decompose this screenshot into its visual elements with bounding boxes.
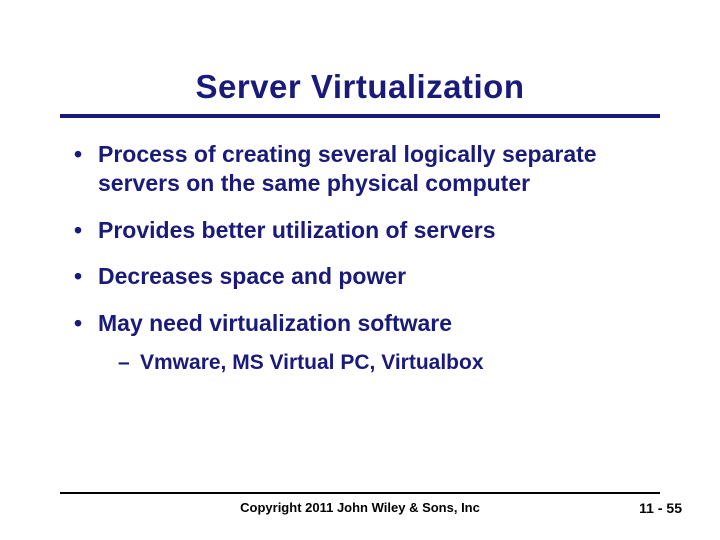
list-item: May need virtualization software Vmware,…: [70, 309, 650, 376]
title-rule: [60, 114, 660, 118]
footer: Copyright 2011 John Wiley & Sons, Inc 11…: [0, 500, 720, 520]
bullet-text: Decreases space and power: [98, 263, 406, 289]
slide-title: Server Virtualization: [0, 68, 720, 106]
page-number: 11 - 55: [639, 500, 682, 516]
bullet-text: Process of creating several logically se…: [98, 141, 597, 196]
list-item: Vmware, MS Virtual PC, Virtualbox: [118, 350, 650, 376]
bullet-text: Provides better utilization of servers: [98, 217, 496, 243]
bullet-text: May need virtualization software: [98, 310, 452, 336]
title-wrap: Server Virtualization: [0, 68, 720, 106]
slide: Server Virtualization Process of creatin…: [0, 0, 720, 540]
sub-bullet-text: Vmware, MS Virtual PC, Virtualbox: [140, 351, 484, 374]
bullet-list: Process of creating several logically se…: [70, 140, 650, 376]
content-area: Process of creating several logically se…: [70, 140, 650, 394]
footer-rule: [60, 492, 660, 494]
list-item: Process of creating several logically se…: [70, 140, 650, 198]
list-item: Provides better utilization of servers: [70, 216, 650, 245]
sub-bullet-list: Vmware, MS Virtual PC, Virtualbox: [98, 350, 650, 376]
copyright-text: Copyright 2011 John Wiley & Sons, Inc: [0, 500, 720, 515]
list-item: Decreases space and power: [70, 262, 650, 291]
